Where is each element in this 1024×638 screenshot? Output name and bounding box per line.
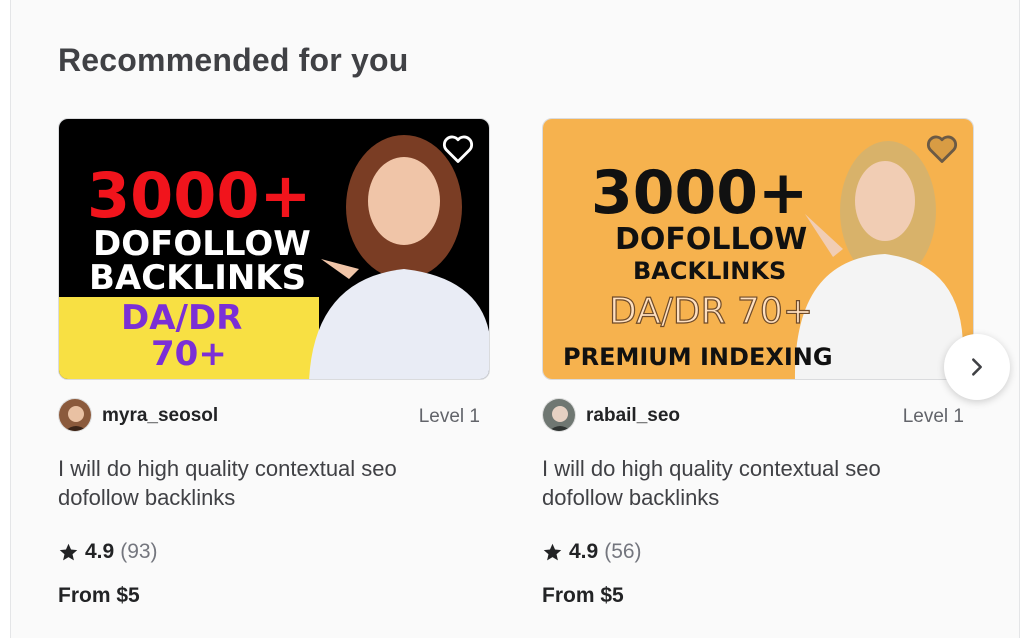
seller-name[interactable]: myra_seosol (102, 405, 218, 427)
rating-value: 4.9 (569, 540, 599, 563)
avatar[interactable] (58, 398, 92, 432)
seller-level: Level 1 (902, 406, 964, 427)
rating-count: (56) (604, 540, 642, 563)
gig-title[interactable]: I will do high quality contextual seo do… (58, 454, 478, 512)
image-headline: 3000+ (87, 159, 312, 232)
heart-icon[interactable] (439, 129, 477, 167)
rating-value: 4.9 (85, 540, 115, 563)
gig-thumbnail[interactable]: 3000+ DOFOLLOW BACKLINKS DA/DR 70+ (58, 118, 490, 380)
gig-title[interactable]: I will do high quality contextual seo do… (542, 454, 962, 512)
seller-row: myra_seosol Level 1 (58, 398, 490, 432)
rating-row: 4.9 (56) (542, 538, 642, 566)
rating-row: 4.9 (93) (58, 538, 158, 566)
avatar[interactable] (542, 398, 576, 432)
seller-name[interactable]: rabail_seo (586, 405, 680, 427)
image-headline: 3000+ (591, 158, 808, 228)
gig-card[interactable]: 3000+ DOFOLLOW BACKLINKS DA/DR 70+ myra_… (58, 118, 490, 607)
heart-icon[interactable] (923, 129, 961, 167)
star-icon (59, 543, 78, 560)
price: From $5 (542, 584, 624, 607)
gig-image: 3000+ DOFOLLOW BACKLINKS DA/DR 70+ (59, 119, 489, 379)
gig-card[interactable]: 3000+ DOFOLLOW BACKLINKS DA/DR 70+ PREMI… (542, 118, 974, 607)
recommendations-panel: Recommended for you 3000+ DOFOLLOW BACKL… (10, 0, 1020, 638)
image-line2: BACKLINKS (633, 257, 786, 285)
image-line1: DOFOLLOW (615, 222, 807, 257)
price: From $5 (58, 584, 140, 607)
gig-thumbnail[interactable]: 3000+ DOFOLLOW BACKLINKS DA/DR 70+ PREMI… (542, 118, 974, 380)
next-button[interactable] (944, 334, 1010, 400)
chevron-right-icon (972, 358, 982, 376)
section-title: Recommended for you (58, 42, 409, 78)
image-line3: DA/DR (121, 298, 242, 338)
seller-level: Level 1 (418, 406, 480, 427)
image-line3: DA/DR 70+ (609, 291, 813, 332)
image-line2: BACKLINKS (89, 258, 306, 298)
rating-count: (93) (120, 540, 158, 563)
image-line4: 70+ (151, 334, 227, 374)
gig-image: 3000+ DOFOLLOW BACKLINKS DA/DR 70+ PREMI… (543, 119, 973, 379)
image-line4: PREMIUM INDEXING (563, 343, 833, 371)
star-icon (543, 543, 562, 560)
seller-row: rabail_seo Level 1 (542, 398, 974, 432)
